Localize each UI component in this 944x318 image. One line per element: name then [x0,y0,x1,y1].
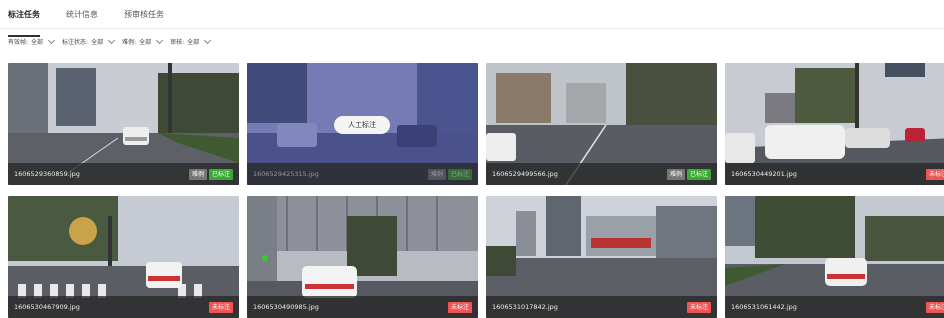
labeled-badge: 已标注 [686,169,711,180]
image-filename: 1606531017842.jpg [492,303,558,311]
filter-valid-frame[interactable]: 有效帧: 全部 [8,36,56,46]
chevron-down-icon [204,36,212,44]
image-filename: 1606529360859.jpg [14,170,80,178]
chevron-down-icon [48,36,56,44]
status-badges: 难例 已标注 [427,169,472,180]
filter-bar: 有效帧: 全部 标注状态: 全部 难例: 全部 审核: 全部 [8,36,218,46]
status-badges: 未标注 [925,169,944,180]
status-badges: 未标注 [925,302,944,313]
unlabeled-badge: 未标注 [925,169,944,180]
filter-value: 全部 [139,39,152,46]
image-filename: 1606530490985.jpg [253,303,319,311]
hard-case-badge: 难例 [188,169,207,180]
filter-label: 有效帧: [8,39,29,46]
task-tabs: 标注任务 统计信息 预审核任务 [8,9,190,37]
image-filename: 1606531061442.jpg [731,303,797,311]
hard-case-badge: 难例 [666,169,685,180]
tab-annotation-tasks[interactable]: 标注任务 [8,9,40,37]
status-badges: 难例 已标注 [188,169,233,180]
image-card[interactable]: 1606531017842.jpg 未标注 [486,196,717,318]
image-filename: 1606529425315.jpg [253,170,319,178]
filter-value: 全部 [91,39,104,46]
image-filename: 1606530467909.jpg [14,303,80,311]
chevron-down-icon [156,36,164,44]
unlabeled-badge: 未标注 [208,302,233,313]
tab-pre-review-tasks[interactable]: 预审核任务 [124,9,164,29]
image-card[interactable]: 1606530449201.jpg 未标注 [725,63,944,185]
filter-label: 难例: [122,39,137,46]
chevron-down-icon [108,36,116,44]
tab-divider [0,28,944,29]
labeled-badge: 已标注 [208,169,233,180]
status-badges: 未标注 [686,302,711,313]
image-card[interactable]: 1606531061442.jpg 未标注 [725,196,944,318]
image-card[interactable]: 1606530467909.jpg 未标注 [8,196,239,318]
status-badges: 未标注 [208,302,233,313]
filter-review[interactable]: 审核: 全部 [170,36,212,46]
unlabeled-badge: 未标注 [925,302,944,313]
filter-value: 全部 [187,39,200,46]
status-badges: 难例 已标注 [666,169,711,180]
filter-hard-case[interactable]: 难例: 全部 [122,36,164,46]
filter-value: 全部 [31,39,44,46]
unlabeled-badge: 未标注 [447,302,472,313]
tab-statistics[interactable]: 统计信息 [66,9,98,29]
labeled-badge: 已标注 [447,169,472,180]
filter-label: 审核: [170,39,185,46]
image-card[interactable]: 1606529499566.jpg 难例 已标注 [486,63,717,185]
filter-label: 标注状态: [62,39,89,46]
manual-label-button[interactable]: 人工标注 [334,116,390,134]
unlabeled-badge: 未标注 [686,302,711,313]
filter-label-status[interactable]: 标注状态: 全部 [62,36,116,46]
image-card[interactable]: 人工标注 1606529425315.jpg 难例 已标注 [247,63,478,185]
image-filename: 1606529499566.jpg [492,170,558,178]
status-badges: 未标注 [447,302,472,313]
image-filename: 1606530449201.jpg [731,170,797,178]
image-card[interactable]: 1606530490985.jpg 未标注 [247,196,478,318]
hard-case-badge: 难例 [427,169,446,180]
image-card[interactable]: 1606529360859.jpg 难例 已标注 [8,63,239,185]
